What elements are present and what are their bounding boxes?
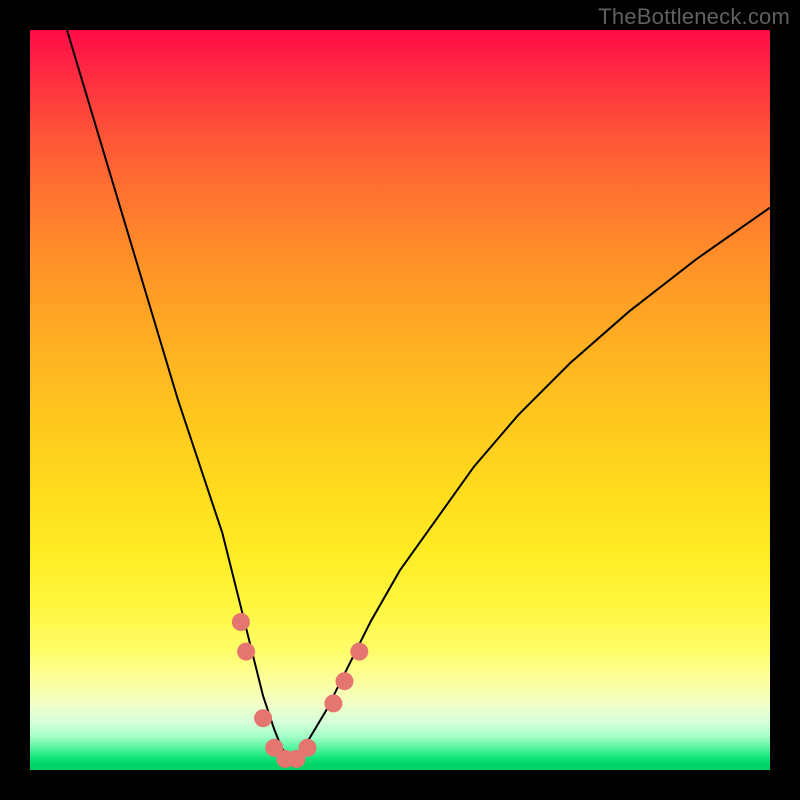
data-marker (324, 694, 342, 712)
chart-overlay (30, 30, 770, 770)
data-marker (350, 643, 368, 661)
data-markers (232, 613, 368, 768)
plot-area (30, 30, 770, 770)
data-marker (254, 709, 272, 727)
data-marker (336, 672, 354, 690)
data-marker (299, 739, 317, 757)
bottleneck-curve-path (67, 30, 770, 759)
watermark-text: TheBottleneck.com (598, 4, 790, 30)
data-marker (237, 643, 255, 661)
data-marker (232, 613, 250, 631)
chart-frame: TheBottleneck.com (0, 0, 800, 800)
